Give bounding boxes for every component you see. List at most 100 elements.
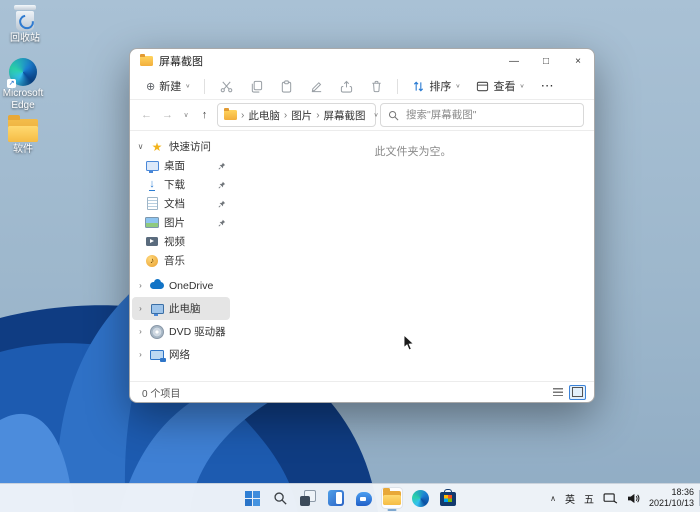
desktop-icon-recycle-bin[interactable]: 回收站: [2, 5, 48, 45]
taskbar-search-button[interactable]: [269, 487, 291, 509]
sidebar-item-documents[interactable]: 文档: [130, 194, 232, 213]
minimize-button[interactable]: —: [498, 49, 530, 73]
breadcrumb-this-pc[interactable]: 此电脑: [248, 108, 280, 123]
chat-icon: [356, 492, 372, 506]
back-button[interactable]: ←: [138, 105, 155, 125]
paste-button[interactable]: [273, 75, 299, 97]
sidebar-item-downloads[interactable]: ↓ 下载: [130, 175, 232, 194]
videos-icon: [145, 235, 159, 249]
desktop-icon-edge[interactable]: ↗ Microsoft Edge: [0, 58, 46, 111]
more-button[interactable]: ⋯: [535, 75, 561, 97]
breadcrumb-separator: ›: [241, 110, 244, 121]
details-view-button[interactable]: [549, 385, 566, 400]
delete-button[interactable]: [363, 75, 389, 97]
start-button[interactable]: [241, 487, 263, 509]
forward-button[interactable]: →: [159, 105, 176, 125]
desktop: 回收站 ↗ Microsoft Edge 软件 屏幕截图 — □ × ⊕ 新建 …: [0, 0, 700, 512]
music-icon: ♪: [145, 254, 159, 268]
clock-time: 18:36: [649, 487, 694, 498]
chevron-collapsed-icon[interactable]: ›: [136, 304, 145, 313]
volume-icon[interactable]: [627, 493, 640, 504]
file-explorer-window: 屏幕截图 — □ × ⊕ 新建 ∨: [129, 48, 595, 403]
sidebar-item-onedrive[interactable]: › OneDrive: [130, 274, 232, 297]
chevron-collapsed-icon[interactable]: ›: [136, 350, 145, 359]
item-count: 0 个项目: [142, 385, 180, 400]
file-explorer-button[interactable]: [381, 487, 403, 509]
breadcrumb-separator: ›: [316, 110, 319, 121]
store-icon: [440, 492, 456, 506]
breadcrumb-pictures[interactable]: 图片: [291, 108, 312, 123]
address-bar[interactable]: › 此电脑 › 图片 › 屏幕截图 ∨: [217, 103, 376, 127]
task-view-icon: [300, 490, 316, 506]
sort-icon: [412, 80, 425, 93]
search-input[interactable]: [404, 108, 576, 122]
network-icon[interactable]: [603, 493, 618, 504]
desktop-icon-label: 软件: [13, 144, 33, 156]
address-dropdown-chevron-icon[interactable]: ∨: [374, 112, 379, 118]
view-icon: [476, 80, 489, 93]
edge-icon: [412, 490, 429, 507]
search-box[interactable]: [380, 103, 584, 127]
chat-button[interactable]: [353, 487, 375, 509]
hidden-icons-chevron-icon[interactable]: ∧: [550, 494, 556, 503]
titlebar[interactable]: 屏幕截图 — □ ×: [130, 49, 594, 73]
edge-button[interactable]: [409, 487, 431, 509]
sidebar-item-network[interactable]: › 网络: [130, 343, 232, 366]
window-body: ∨ ★ 快速访问 桌面 ↓ 下载 文档: [130, 131, 594, 381]
window-title: 屏幕截图: [159, 53, 203, 69]
pin-icon: [218, 162, 226, 170]
navigation-pane: ∨ ★ 快速访问 桌面 ↓ 下载 文档: [130, 131, 232, 381]
copy-icon: [250, 80, 263, 93]
desktop-icon-label: 回收站: [10, 33, 40, 45]
taskbar-center: [241, 484, 459, 512]
network-icon: [150, 348, 164, 362]
sidebar-item-quick-access[interactable]: ∨ ★ 快速访问: [130, 137, 232, 156]
sidebar-item-desktop[interactable]: 桌面: [130, 156, 232, 175]
up-button[interactable]: ↑: [196, 105, 213, 125]
sidebar-item-pictures[interactable]: 图片: [130, 213, 232, 232]
chevron-collapsed-icon[interactable]: ›: [136, 281, 145, 290]
edge-icon: ↗: [9, 58, 37, 86]
chevron-collapsed-icon[interactable]: ›: [136, 327, 145, 336]
shortcut-arrow-icon: ↗: [7, 79, 16, 88]
cut-button[interactable]: [213, 75, 239, 97]
sidebar-item-music[interactable]: ♪ 音乐: [130, 251, 232, 270]
sidebar-item-dvd-drive[interactable]: › DVD 驱动器 (D:) C: [130, 320, 232, 343]
chevron-down-icon: ∨: [519, 83, 524, 89]
breadcrumb-screenshots[interactable]: 屏幕截图: [324, 108, 366, 123]
widgets-button[interactable]: [325, 487, 347, 509]
pin-icon: [218, 200, 226, 208]
rename-button[interactable]: [303, 75, 329, 97]
folder-icon: [8, 119, 38, 142]
copy-button[interactable]: [243, 75, 269, 97]
chevron-down-icon: ∨: [455, 83, 460, 89]
store-button[interactable]: [437, 487, 459, 509]
sidebar-item-this-pc[interactable]: › 此电脑: [132, 297, 230, 320]
taskbar-clock[interactable]: 18:36 2021/10/13: [649, 487, 694, 510]
maximize-button[interactable]: □: [530, 49, 562, 73]
pictures-icon: [145, 216, 159, 230]
widgets-icon: [328, 490, 344, 506]
new-button[interactable]: ⊕ 新建 ∨: [140, 75, 196, 97]
desktop-folder-icon: [145, 159, 159, 173]
documents-icon: [145, 197, 159, 211]
search-icon: [388, 110, 399, 121]
ime-language-indicator[interactable]: 英: [565, 491, 575, 506]
file-list-area[interactable]: 此文件夹为空。: [232, 131, 594, 381]
file-explorer-icon: [383, 491, 401, 505]
sidebar-item-videos[interactable]: 视频: [130, 232, 232, 251]
new-button-label: 新建: [159, 78, 181, 94]
sort-button[interactable]: 排序 ∨: [406, 75, 466, 97]
large-icons-view-button[interactable]: [569, 385, 586, 400]
ime-mode-indicator[interactable]: 五: [584, 491, 594, 506]
close-button[interactable]: ×: [562, 49, 594, 73]
view-button[interactable]: 查看 ∨: [470, 75, 530, 97]
share-button[interactable]: [333, 75, 359, 97]
desktop-icon-folder[interactable]: 软件: [0, 116, 46, 156]
chevron-expanded-icon[interactable]: ∨: [136, 142, 145, 151]
chevron-down-icon: ∨: [185, 83, 190, 89]
this-pc-icon: [150, 302, 164, 316]
task-view-button[interactable]: [297, 487, 319, 509]
recent-locations-button[interactable]: ∨: [180, 105, 192, 125]
sort-button-label: 排序: [429, 78, 451, 94]
